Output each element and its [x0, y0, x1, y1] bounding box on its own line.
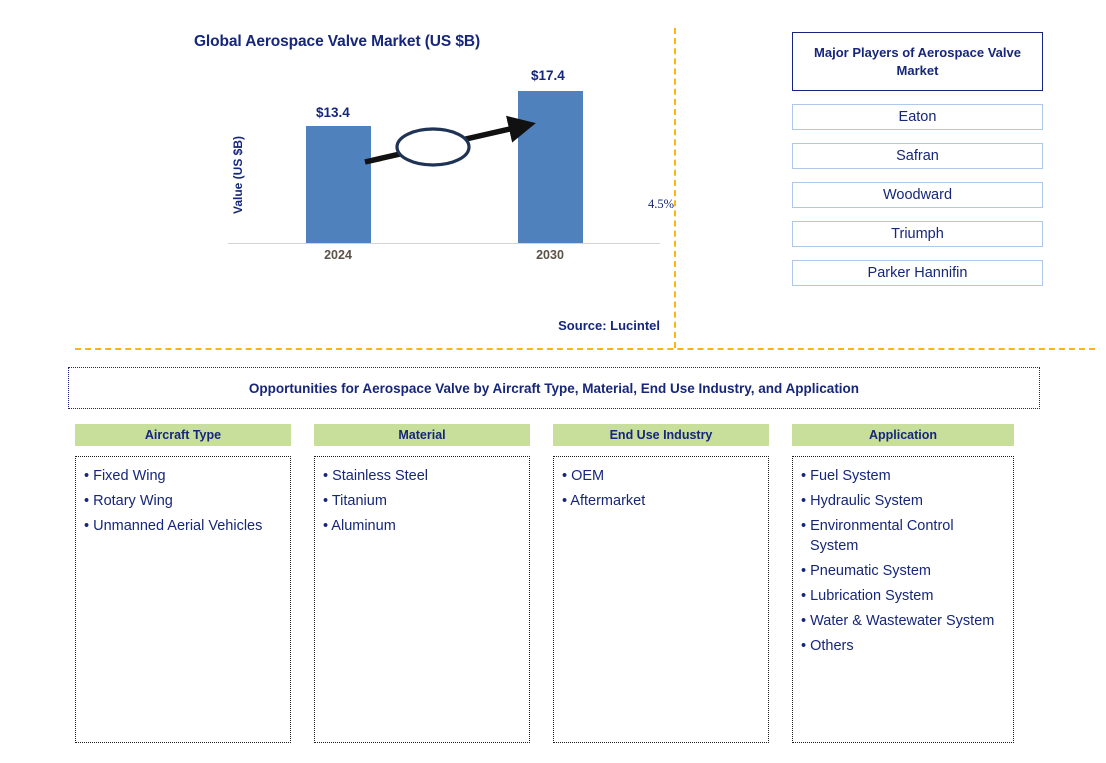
list-item: • Lubrication System: [801, 588, 934, 604]
player-row[interactable]: Triumph: [792, 221, 1043, 247]
list-item: • Aftermarket: [562, 493, 646, 509]
player-row[interactable]: Eaton: [792, 104, 1043, 130]
chart-title: Global Aerospace Valve Market (US $B): [193, 33, 481, 50]
opportunities-banner: Opportunities for Aerospace Valve by Air…: [68, 367, 1040, 409]
list-item: • Titanium: [323, 493, 387, 509]
player-label: Eaton: [898, 109, 937, 125]
vertical-divider: [674, 28, 676, 348]
column-body: • OEM • Aftermarket: [553, 456, 769, 743]
player-label: Safran: [896, 148, 939, 164]
list-item: • OEM: [562, 468, 605, 484]
column-header: End Use Industry: [553, 424, 769, 446]
player-row[interactable]: Parker Hannifin: [792, 260, 1043, 286]
column-body: • Fixed Wing • Rotary Wing • Unmanned Aeri…: [75, 456, 291, 743]
bar-value-label-2030: $17.4: [531, 68, 565, 83]
column-header: Application: [792, 424, 1014, 446]
list-item: • Others: [801, 638, 854, 654]
list-item: • Water & Wastewater System: [801, 613, 995, 629]
list-item: • Hydraulic System: [801, 493, 923, 509]
opportunity-column-material: Material • Stainless Steel • Titanium • Al…: [314, 424, 530, 743]
bar-value-label-2024: $13.4: [316, 105, 350, 120]
x-axis-line: [228, 243, 660, 244]
market-chart-panel: Global Aerospace Valve Market (US $B) Va…: [0, 0, 674, 348]
list-item: • Pneumatic System: [801, 563, 931, 579]
list-item: • Stainless Steel: [323, 468, 429, 484]
source-note: Source: Lucintel: [558, 318, 660, 333]
column-body: • Fuel System • Hydraulic System • Environ…: [792, 456, 1014, 743]
major-players-panel: Major Players of Aerospace Valve Market …: [792, 32, 1043, 286]
column-body: • Stainless Steel • Titanium • Aluminum: [314, 456, 530, 743]
list-item: • Rotary Wing: [84, 493, 173, 509]
list-item: • Unmanned Aerial Vehicles: [84, 518, 263, 534]
bar-2024: [306, 126, 371, 243]
list-item: • Fixed Wing: [84, 468, 166, 484]
list-item: • Environmental Control System: [801, 518, 954, 554]
x-tick-label-2030: 2030: [536, 248, 564, 262]
opportunities-columns: Aircraft Type • Fixed Wing • Rotary Wing •…: [75, 424, 1095, 743]
column-header: Aircraft Type: [75, 424, 291, 446]
bar-2030: [518, 91, 583, 243]
opportunity-column-application: Application • Fuel System • Hydraulic Sys…: [792, 424, 1014, 743]
player-row[interactable]: Woodward: [792, 182, 1043, 208]
player-label: Parker Hannifin: [867, 265, 968, 281]
column-header: Material: [314, 424, 530, 446]
x-tick-label-2024: 2024: [324, 248, 352, 262]
horizontal-divider: [75, 348, 1095, 350]
list-item: • Fuel System: [801, 468, 891, 484]
list-item: • Aluminum: [323, 518, 396, 534]
player-row[interactable]: Safran: [792, 143, 1043, 169]
player-label: Triumph: [891, 226, 944, 242]
bar-chart-plot-area: $13.4 $17.4 2024 2030 4.5%: [228, 60, 674, 275]
cagr-value-label: 4.5%: [647, 197, 675, 211]
opportunity-column-end-use-industry: End Use Industry • OEM • Aftermarket: [553, 424, 769, 743]
major-players-header: Major Players of Aerospace Valve Market: [792, 32, 1043, 91]
player-label: Woodward: [882, 187, 953, 203]
opportunity-column-aircraft-type: Aircraft Type • Fixed Wing • Rotary Wing •…: [75, 424, 291, 743]
